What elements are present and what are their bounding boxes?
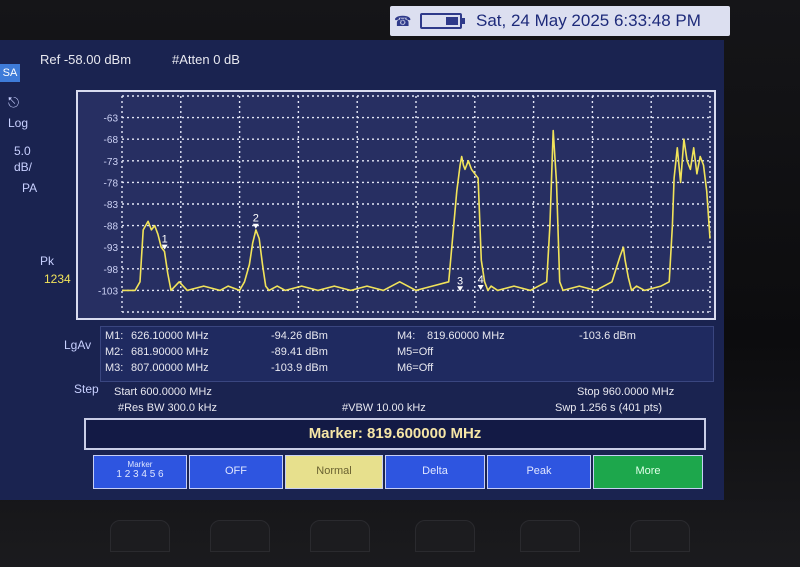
marker-label: 2 xyxy=(253,213,259,225)
y-tick-label: -83 xyxy=(104,200,119,211)
softkey-delta-label: Delta xyxy=(422,465,448,477)
datetime: Sat, 24 May 2025 6:33:48 PM xyxy=(476,11,701,30)
softkey-bar: Marker 1 2 3 4 5 6 OFF Normal Delta Peak… xyxy=(93,455,705,491)
avg-type-label: LgAv xyxy=(64,338,92,352)
signal-icon: ☎ xyxy=(394,13,412,29)
marker-readout: Marker: 819.600000 MHz xyxy=(84,418,706,450)
marker-table: M1: 626.10000 MHz -94.26 dBm M2: 681.90000 M… xyxy=(100,326,714,382)
marker-m5-status: M5=Off xyxy=(397,346,434,358)
detector-label: Pk xyxy=(40,254,55,268)
marker-m6-status: M6=Off xyxy=(397,362,434,374)
hardware-button-6[interactable] xyxy=(630,520,690,552)
spectrum-chart: -63 -68 -73 -78 -83 -88 -93 -98 -103 1 2 3 4 xyxy=(98,95,711,313)
marker-row-name: M3: xyxy=(105,362,124,374)
hardware-button-1[interactable] xyxy=(110,520,170,552)
scale-arrow-icon: ⎋ xyxy=(8,94,20,110)
hardware-button-2[interactable] xyxy=(210,520,270,552)
hardware-buttons xyxy=(100,520,800,567)
start-frequency: Start 600.0000 MHz xyxy=(114,386,212,398)
marker-row-freq: 681.90000 MHz xyxy=(131,346,209,358)
y-tick-label: -93 xyxy=(104,243,119,254)
softkey-off-label: OFF xyxy=(225,465,247,477)
left-panel: ⎋ Log 5.0 dB/ PA Pk 1234 LgAv Step xyxy=(0,66,99,426)
y-tick-label: -68 xyxy=(104,135,119,146)
marker-m4-name: M4: xyxy=(397,330,416,342)
softkey-more-label: More xyxy=(635,465,661,477)
spectrum-plot[interactable]: -63 -68 -73 -78 -83 -88 -93 -98 -103 1 2 3 4 xyxy=(76,90,716,320)
softkey-delta[interactable]: Delta xyxy=(385,455,485,489)
marker-row-level: -103.9 dBm xyxy=(271,362,328,374)
marker-row-name: M2: xyxy=(105,346,124,358)
marker-row-level: -89.41 dBm xyxy=(271,346,328,358)
y-tick-label: -98 xyxy=(104,265,119,276)
pa-label: PA xyxy=(22,181,38,195)
softkey-more[interactable]: More xyxy=(593,455,703,489)
reference-level: Ref -58.00 dBm xyxy=(40,52,132,67)
y-tick-label: -78 xyxy=(104,178,119,189)
y-tick-label: -73 xyxy=(104,157,119,168)
softkey-marker-label: Marker xyxy=(127,460,153,469)
sweep-time: Swp 1.256 s (401 pts) xyxy=(555,402,663,414)
hardware-button-4[interactable] xyxy=(415,520,475,552)
marker-label: 3 xyxy=(457,275,463,287)
softkey-normal[interactable]: Normal xyxy=(285,455,383,489)
softkey-peak-label: Peak xyxy=(526,465,552,477)
marker-row-name: M1: xyxy=(105,330,124,342)
hardware-button-3[interactable] xyxy=(310,520,370,552)
scale-type: Log xyxy=(8,116,29,130)
resolution-bandwidth: #Res BW 300.0 kHz xyxy=(118,402,218,414)
softkey-marker-sub: 1 2 3 4 5 6 xyxy=(116,469,164,480)
softkey-normal-label: Normal xyxy=(316,465,352,477)
scale-unit: dB/ xyxy=(14,160,33,174)
hardware-button-5[interactable] xyxy=(520,520,580,552)
step-label: Step xyxy=(74,382,99,396)
status-bar: ☎ Sat, 24 May 2025 6:33:48 PM xyxy=(390,6,730,36)
y-tick-label: -63 xyxy=(104,114,119,125)
softkey-off[interactable]: OFF xyxy=(189,455,283,489)
marker-indicator: 1234 xyxy=(44,272,71,286)
softkey-peak[interactable]: Peak xyxy=(487,455,591,489)
marker-m4-freq: 819.60000 MHz xyxy=(427,330,505,342)
marker-row-freq: 807.00000 MHz xyxy=(131,362,209,374)
marker-label: 1 xyxy=(162,234,168,246)
y-tick-label: -103 xyxy=(98,286,118,297)
y-tick-label: -88 xyxy=(104,222,119,233)
marker-label: 4 xyxy=(478,274,484,286)
marker-row-freq: 626.10000 MHz xyxy=(131,330,209,342)
attenuation: #Atten 0 dB xyxy=(172,52,240,67)
battery-icon xyxy=(420,13,465,29)
marker-m4-level: -103.6 dBm xyxy=(579,330,636,342)
scale-value: 5.0 xyxy=(14,144,31,158)
softkey-marker[interactable]: Marker 1 2 3 4 5 6 xyxy=(93,455,187,489)
video-bandwidth: #VBW 10.00 kHz xyxy=(342,402,426,414)
marker-row-level: -94.26 dBm xyxy=(271,330,328,342)
stop-frequency: Stop 960.0000 MHz xyxy=(577,386,675,398)
